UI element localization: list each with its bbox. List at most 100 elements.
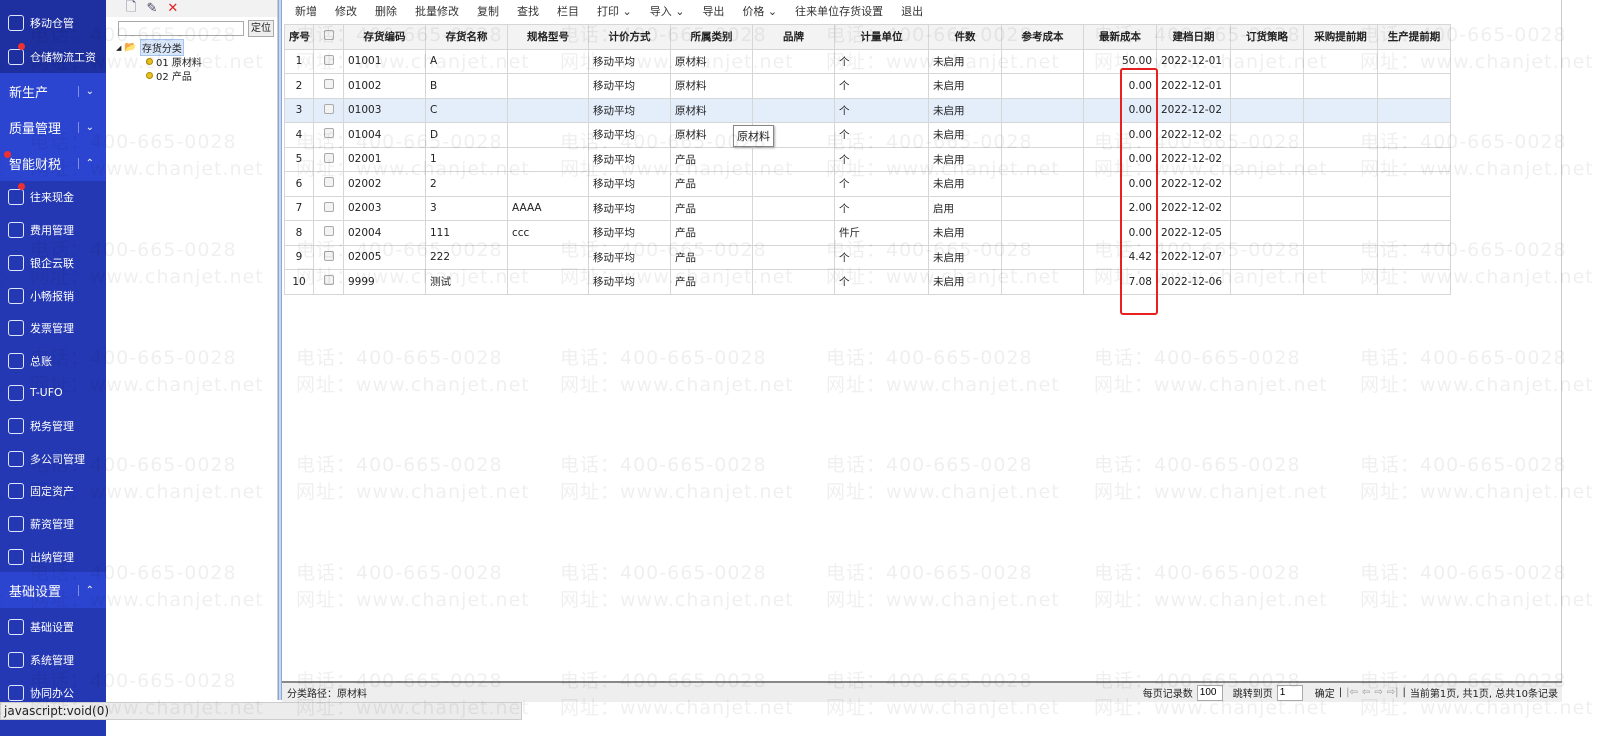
- chevron-up-icon[interactable]: ⌃: [77, 157, 94, 169]
- chevron-down-icon[interactable]: ⌄: [77, 121, 94, 133]
- toolbar-button-0[interactable]: 新增: [286, 3, 326, 19]
- toolbar-button-7[interactable]: 打印 ⌄: [588, 3, 641, 19]
- toolbar-button-12[interactable]: 退出: [892, 3, 932, 19]
- table-row[interactable]: 6 02002 2 移动平均 产品 个未启用 0.00 2022-12-02: [284, 171, 1451, 197]
- toolbar-button-11[interactable]: 往来单位存货设置: [786, 3, 892, 19]
- row-checkbox-cell[interactable]: [313, 220, 344, 246]
- sidebar-item-3[interactable]: 小畅报销: [0, 279, 106, 312]
- table-row[interactable]: 9 02005 222 移动平均 产品 个未启用 4.42 2022-12-07: [284, 244, 1451, 270]
- row-checkbox[interactable]: [323, 54, 334, 65]
- sidebar-section-basic[interactable]: 基础设置 ⌃: [0, 572, 106, 608]
- edit-icon[interactable]: ✎: [146, 1, 157, 16]
- sidebar-item-11[interactable]: 出纳管理: [0, 540, 106, 573]
- last-page-icon[interactable]: ⇨|: [1387, 687, 1399, 698]
- column-header[interactable]: 参考成本: [1001, 24, 1084, 50]
- column-header[interactable]: 品牌: [752, 24, 835, 50]
- sidebar-item-logistics-wages[interactable]: 仓储物流工资: [0, 40, 106, 73]
- chevron-down-icon[interactable]: ⌄: [77, 85, 94, 97]
- sidebar-item-9[interactable]: 固定资产: [0, 474, 106, 507]
- row-checkbox[interactable]: [323, 128, 334, 139]
- column-header[interactable]: 规格型号: [507, 24, 589, 50]
- sidebar-section-quality[interactable]: 质量管理 ⌄: [0, 109, 106, 145]
- column-header[interactable]: 所属类别: [670, 24, 753, 50]
- toolbar-button-8[interactable]: 导入 ⌄: [641, 3, 694, 19]
- table-row[interactable]: 8 02004 111 ccc 移动平均 产品 件斤 未启用 0.00 2022-12-05: [284, 220, 1451, 246]
- sidebar-item-8[interactable]: 多公司管理: [0, 442, 106, 475]
- row-checkbox[interactable]: [323, 152, 334, 163]
- first-page-icon[interactable]: |⇦: [1346, 687, 1358, 698]
- row-checkbox[interactable]: [323, 177, 334, 188]
- select-all-checkbox[interactable]: [323, 30, 334, 41]
- prev-page-icon[interactable]: ⇦: [1362, 687, 1370, 698]
- new-file-icon[interactable]: 🗋: [126, 0, 136, 20]
- sidebar-item-7[interactable]: 税务管理: [0, 409, 106, 442]
- sidebar-item-10[interactable]: 薪资管理: [0, 507, 106, 540]
- goto-page-input[interactable]: [1276, 684, 1303, 701]
- sidebar-section-label: 质量管理: [9, 121, 62, 137]
- row-checkbox[interactable]: [323, 226, 334, 237]
- row-checkbox-cell[interactable]: [313, 122, 344, 148]
- row-checkbox-cell[interactable]: [313, 269, 344, 295]
- row-checkbox-cell[interactable]: [313, 195, 344, 221]
- confirm-button[interactable]: 确定: [1315, 685, 1335, 700]
- column-header[interactable]: 计价方式: [588, 24, 671, 50]
- table-row[interactable]: 2 01002 B 移动平均 原材料 个未启用 0.00 2022-12-01: [284, 73, 1451, 99]
- column-header[interactable]: 最新成本: [1083, 24, 1157, 50]
- sidebar-item-1[interactable]: 费用管理: [0, 213, 106, 246]
- toolbar-button-4[interactable]: 复制: [468, 3, 508, 19]
- column-header[interactable]: 存货编码: [343, 24, 426, 50]
- row-checkbox[interactable]: [323, 275, 334, 286]
- sidebar-section-finance[interactable]: 智能财税 ⌃: [0, 145, 106, 181]
- sidebar-item-basic-0[interactable]: 基础设置: [0, 610, 106, 643]
- toolbar-button-2[interactable]: 删除: [366, 3, 406, 19]
- column-header[interactable]: 订货策略: [1230, 24, 1304, 50]
- sidebar-item-0[interactable]: 往来现金: [0, 180, 106, 213]
- table-row[interactable]: 10 9999 测试 移动平均 产品 个未启用 7.08 2022-12-06: [284, 269, 1451, 295]
- column-header[interactable]: 采购提前期: [1303, 24, 1378, 50]
- collapse-icon[interactable]: ◢: [116, 44, 121, 52]
- table-row[interactable]: 7 02003 3 AAAA 移动平均 产品 个启用 2.00 2022-12-02: [284, 195, 1451, 221]
- row-checkbox[interactable]: [323, 103, 334, 114]
- toolbar-button-5[interactable]: 查找: [508, 3, 548, 19]
- table-row[interactable]: 3 01003 C 移动平均 原材料 个未启用 0.00 2022-12-02: [284, 97, 1451, 123]
- table-row[interactable]: 1 01001 A 移动平均 原材料 个未启用 50.00 2022-12-01: [284, 48, 1451, 74]
- sidebar-item-2[interactable]: 银企云联: [0, 246, 106, 279]
- column-header[interactable]: 计量单位: [834, 24, 929, 50]
- row-checkbox[interactable]: [323, 79, 334, 90]
- column-header[interactable]: 序号: [284, 24, 314, 50]
- tree-search-input[interactable]: [118, 21, 244, 36]
- column-header[interactable]: [313, 24, 344, 50]
- column-header[interactable]: 生产提前期: [1377, 24, 1451, 50]
- row-checkbox[interactable]: [323, 250, 334, 261]
- toolbar-button-3[interactable]: 批量修改: [406, 3, 468, 19]
- sidebar-item-5[interactable]: 总账: [0, 344, 106, 377]
- tree-node-raw-materials[interactable]: 01 原材料: [146, 54, 202, 69]
- row-checkbox-cell[interactable]: [313, 146, 344, 172]
- toolbar-button-10[interactable]: 价格 ⌄: [733, 3, 786, 19]
- row-checkbox-cell[interactable]: [313, 171, 344, 197]
- column-header[interactable]: 件数: [928, 24, 1002, 50]
- sidebar-item-6[interactable]: T-UFO: [0, 376, 106, 409]
- column-header[interactable]: 存货名称: [425, 24, 508, 50]
- locate-button[interactable]: 定位: [248, 20, 274, 37]
- row-checkbox[interactable]: [323, 201, 334, 212]
- table-row[interactable]: 4 01004 D 移动平均 原材料 个未启用 0.00 2022-12-02: [284, 122, 1451, 148]
- toolbar-button-1[interactable]: 修改: [326, 3, 366, 19]
- table-row[interactable]: 5 02001 1 移动平均 产品 个未启用 0.00 2022-12-02: [284, 146, 1451, 172]
- row-checkbox-cell[interactable]: [313, 244, 344, 270]
- row-checkbox-cell[interactable]: [313, 48, 344, 74]
- sidebar-item-4[interactable]: 发票管理: [0, 311, 106, 344]
- per-page-input[interactable]: [1196, 684, 1223, 701]
- column-header[interactable]: 建档日期: [1156, 24, 1231, 50]
- toolbar-button-9[interactable]: 导出: [693, 3, 733, 19]
- toolbar-button-6[interactable]: 栏目: [548, 3, 588, 19]
- tree-node-products[interactable]: 02 产品: [146, 68, 192, 83]
- sidebar-item-mobile-warehouse[interactable]: 移动仓管: [0, 6, 106, 39]
- sidebar-section-production[interactable]: 新生产 ⌄: [0, 73, 106, 109]
- row-checkbox-cell[interactable]: [313, 73, 344, 99]
- delete-icon[interactable]: ✕: [167, 1, 178, 16]
- row-checkbox-cell[interactable]: [313, 97, 344, 123]
- chevron-up-icon[interactable]: ⌃: [77, 584, 94, 596]
- sidebar-item-basic-1[interactable]: 系统管理: [0, 643, 106, 676]
- next-page-icon[interactable]: ⇨: [1374, 687, 1382, 698]
